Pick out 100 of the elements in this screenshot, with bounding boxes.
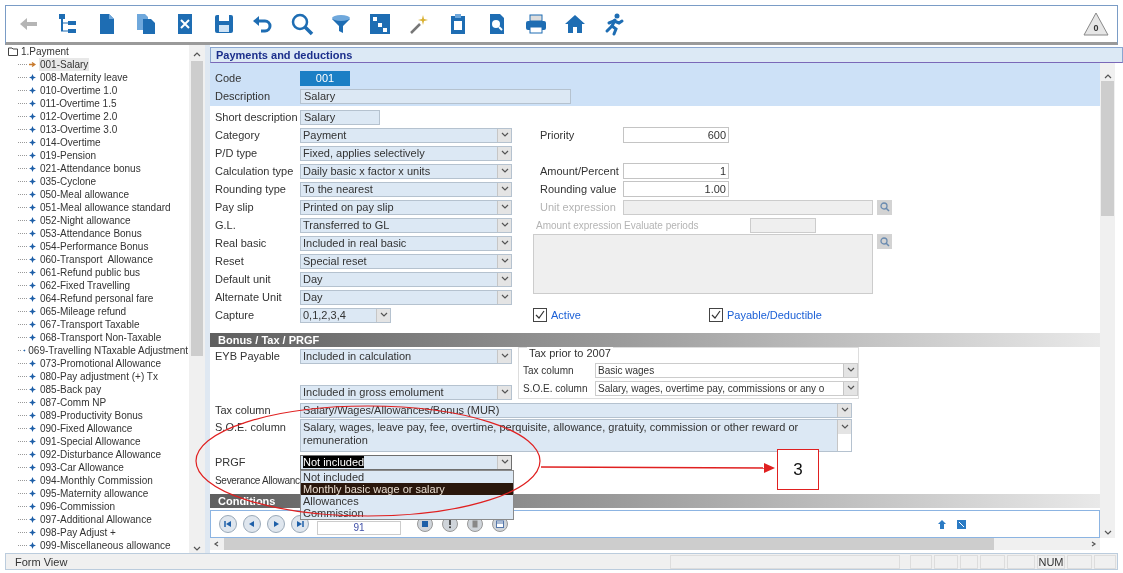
dropdown-field[interactable]: Daily basic x factor x units (300, 163, 512, 179)
dropdown-field[interactable]: Included in gross emolument (300, 384, 512, 400)
dropdown-option[interactable]: Monthly basic wage or salary (301, 482, 513, 495)
tree-item[interactable]: 092-Disturbance Allowance (39, 448, 163, 461)
bullet-icon (29, 425, 36, 432)
status-cell (934, 554, 958, 569)
text-field[interactable]: Salary (300, 88, 571, 104)
dropdown-field[interactable]: Day (300, 271, 512, 287)
tree-item[interactable]: 019-Pension (39, 149, 98, 162)
group-title: Tax prior to 2007 (527, 347, 613, 359)
text-field[interactable]: Salary (300, 109, 380, 125)
tree-item[interactable]: 050-Meal allowance (39, 188, 130, 201)
tree-item[interactable]: 087-Comm NP (39, 396, 108, 409)
scrollbar[interactable] (189, 45, 205, 553)
dropdown-field[interactable]: Basic wages (595, 362, 858, 378)
tree-root[interactable]: 1.Payment (20, 45, 70, 58)
toolbar-button[interactable] (524, 12, 548, 36)
tree-item[interactable]: 061-Refund public bus (39, 266, 142, 279)
dropdown-option[interactable]: Not included (301, 470, 513, 483)
first-button[interactable] (219, 515, 237, 533)
field-label: Severance Allowanc (214, 474, 300, 486)
dropdown-field[interactable]: Payment (300, 127, 512, 143)
scrollbar[interactable] (1100, 63, 1115, 538)
number-field[interactable]: 600 (623, 127, 729, 143)
tree-item[interactable]: 068-Transport Non-Taxable (39, 331, 163, 344)
blocks-icon (368, 12, 392, 36)
tree-item[interactable]: 062-Fixed Travelling (39, 279, 132, 292)
tree-item[interactable]: 052-Night allowance (39, 214, 132, 227)
tree-item[interactable]: 008-Maternity leave (39, 71, 129, 84)
tree-item[interactable]: 073-Promotional Allowance (39, 357, 163, 370)
tree-item[interactable]: 064-Refund personal fare (39, 292, 155, 305)
tree-item[interactable]: 012-Overtime 2.0 (39, 110, 119, 123)
tree-item[interactable]: 085-Back pay (39, 383, 103, 396)
tree-item[interactable]: 090-Fixed Allowance (39, 422, 134, 435)
tree-item[interactable]: 035-Cyclone (39, 175, 98, 188)
tree-item[interactable]: 060-Transport Allowance (39, 253, 155, 266)
tree-item[interactable]: 014-Overtime (39, 136, 102, 149)
scroll-thumb[interactable] (1101, 81, 1114, 216)
record-field[interactable]: 91 (317, 521, 401, 535)
tree-item[interactable]: 094-Monthly Commission (39, 474, 154, 487)
dropdown-field[interactable]: Included in calculation (300, 348, 512, 364)
next-button[interactable] (267, 515, 285, 533)
tree-item[interactable]: 093-Car Allowance (39, 461, 125, 474)
dropdown-field[interactable]: 0,1,2,3,4 (300, 307, 391, 323)
text-area[interactable]: Salary, wages, leave pay, fee, overtime, perquisite, allowance, gratuity, commission or other reward or remuneration (300, 419, 852, 452)
dropdown-field[interactable]: Printed on pay slip (300, 199, 512, 215)
tree-item[interactable]: 080-Pay adjustment (+) Tx (39, 370, 159, 383)
dropdown-field[interactable]: Day (300, 289, 512, 305)
bullet-icon (29, 516, 36, 523)
tree-item[interactable]: 097-Additional Allowance (39, 513, 153, 526)
tree-item[interactable]: 067-Transport Taxable (39, 318, 141, 331)
tree-item[interactable]: 089-Productivity Bonus (39, 409, 144, 422)
checkbox-label[interactable]: Active (551, 309, 581, 321)
move-down-icon[interactable] (957, 519, 966, 529)
status-cell (1094, 554, 1116, 569)
toolbar-button[interactable] (134, 12, 158, 36)
dropdown-field[interactable]: Special reset (300, 253, 512, 269)
dropdown-field[interactable]: To the nearest (300, 181, 512, 197)
tree-item[interactable]: 054-Performance Bonus (39, 240, 150, 253)
tree-item[interactable]: 099-Miscellaneous allowance (39, 539, 172, 552)
dropdown-field[interactable]: Included in real basic (300, 235, 512, 251)
field-label: Alternate Unit (214, 291, 283, 303)
chevron-down-icon (193, 546, 201, 552)
tree-item[interactable]: 091-Special Allowance (39, 435, 142, 448)
toolbar-button[interactable] (368, 12, 392, 36)
number-field[interactable]: 1.00 (623, 181, 729, 197)
tree-item[interactable]: 010-Overtime 1.0 (39, 84, 119, 97)
search-button[interactable] (877, 199, 892, 215)
scroll-thumb[interactable] (191, 61, 203, 356)
bullet-icon (29, 503, 36, 510)
tree-item[interactable]: 069-Travelling NTaxable Adjustment (27, 344, 189, 357)
toolbar-button[interactable] (212, 12, 236, 36)
toolbar-button[interactable] (329, 12, 353, 36)
checkbox[interactable] (709, 308, 723, 322)
number-field[interactable]: 1 (623, 163, 729, 179)
dropdown-option[interactable]: Allowances (301, 494, 513, 507)
tree-item[interactable]: 013-Overtime 3.0 (39, 123, 119, 136)
expression-field[interactable] (623, 199, 873, 215)
tree-item[interactable]: 065-Mileage refund (39, 305, 128, 318)
bullet-icon (29, 529, 36, 536)
tree-item[interactable]: 051-Meal allowance standard (39, 201, 172, 214)
bullet-icon (29, 126, 36, 133)
tree-item[interactable]: 053-Attendance Bonus (39, 227, 143, 240)
dropdown-field[interactable]: Fixed, applies selectively (300, 145, 512, 161)
code-field[interactable]: 001 (300, 70, 350, 86)
checkbox-label[interactable]: Payable/Deductible (727, 309, 822, 321)
alert-button[interactable]: 0 (1083, 12, 1109, 36)
previous-button[interactable] (243, 515, 261, 533)
dropdown-field[interactable]: Transferred to GL (300, 217, 512, 233)
tree-item[interactable]: 021-Attendance bonus (39, 162, 142, 175)
tree-item[interactable]: 011-Overtime 1.5 (39, 97, 118, 110)
tree-item[interactable]: 001-Salary (39, 58, 90, 71)
move-up-icon[interactable] (938, 519, 946, 529)
tree-item[interactable]: 096-Commission (39, 500, 117, 513)
toolbar-button[interactable] (563, 12, 587, 36)
dropdown-field[interactable]: Salary, wages, overtime pay, commissions or any o (595, 380, 858, 396)
tree-item[interactable]: 098-Pay Adjust + (39, 526, 117, 539)
toolbar-button[interactable] (290, 12, 314, 36)
tree-item[interactable]: 095-Maternity allowance (39, 487, 150, 500)
checkbox[interactable] (533, 308, 547, 322)
